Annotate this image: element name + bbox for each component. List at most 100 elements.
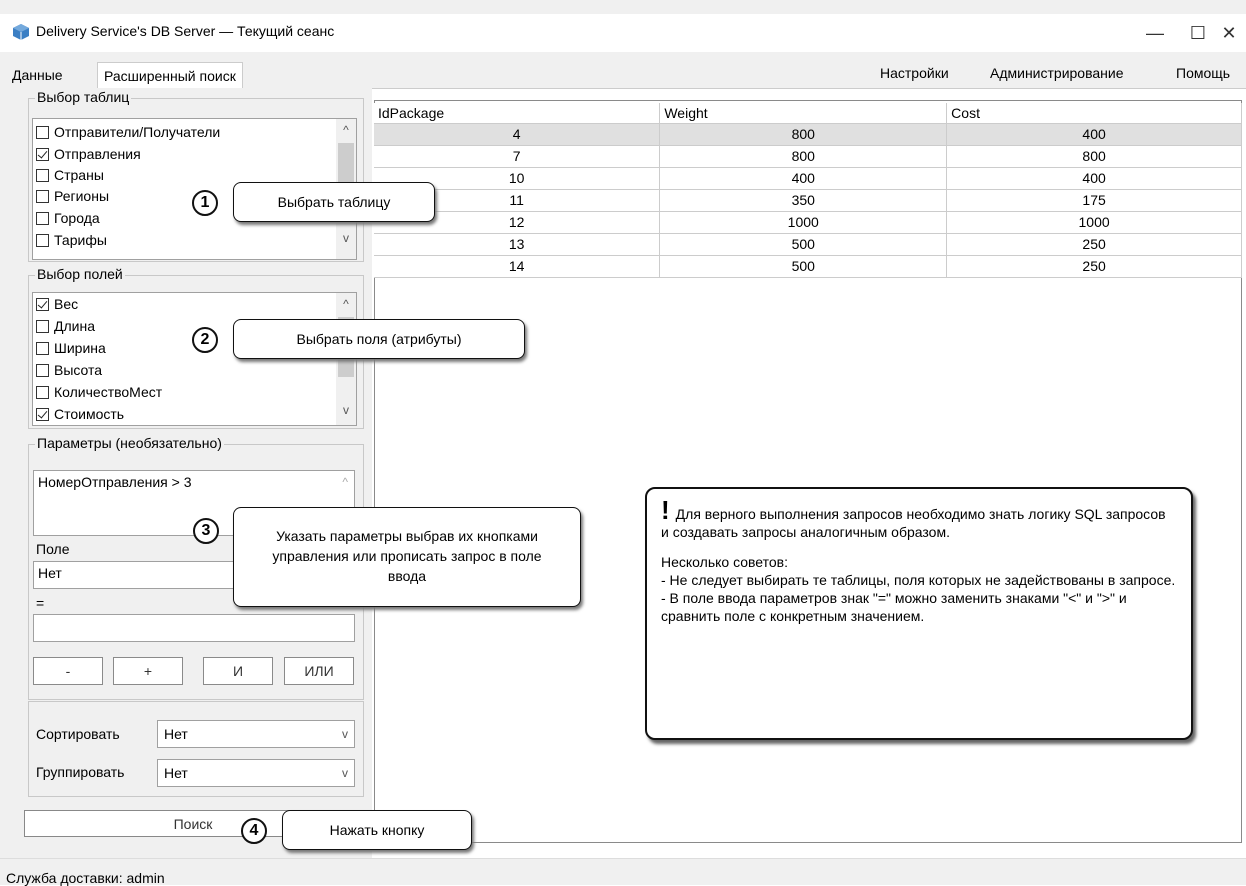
- checkbox[interactable]: [36, 212, 49, 225]
- app-window: Delivery Service's DB Server — Текущий с…: [0, 0, 1246, 886]
- fields-listbox[interactable]: Вес Длина Ширина Высота КоличествоМест С…: [32, 292, 357, 426]
- checkbox[interactable]: [36, 386, 49, 399]
- scrollbar[interactable]: ^ v: [336, 293, 356, 425]
- tab-advanced-search[interactable]: Расширенный поиск: [97, 62, 243, 89]
- callout-parameters: Указать параметры выбрав их кнопками упр…: [233, 507, 581, 607]
- tables-group-legend: Выбор таблиц: [35, 89, 132, 105]
- note-intro: ! Для верного выполнения запросов необход…: [661, 495, 1166, 540]
- menu-administration[interactable]: Администрирование: [990, 65, 1124, 81]
- table-cell[interactable]: 800: [659, 123, 948, 146]
- column-header[interactable]: Weight: [659, 103, 948, 124]
- table-cell[interactable]: 350: [659, 189, 948, 212]
- table-cell[interactable]: 400: [946, 167, 1242, 190]
- exclamation-icon: !: [661, 495, 670, 525]
- table-row[interactable]: 13 500 250: [374, 233, 1242, 256]
- table-row[interactable]: 14 500 250: [374, 255, 1242, 278]
- params-group-legend: Параметры (необязательно): [35, 435, 224, 451]
- note-tip: - Не следует выбирать те таблицы, поля к…: [661, 572, 1176, 588]
- menu-bar: Данные Расширенный поиск Настройки Админ…: [0, 52, 1246, 89]
- table-row[interactable]: 7 800 800: [374, 145, 1242, 168]
- plus-button[interactable]: +: [113, 657, 183, 685]
- list-item[interactable]: КоличествоМест: [36, 381, 162, 403]
- list-item[interactable]: Города: [36, 207, 100, 229]
- table-cell[interactable]: 250: [946, 255, 1242, 278]
- column-header[interactable]: IdPackage: [374, 103, 661, 124]
- table-cell[interactable]: 175: [946, 189, 1242, 212]
- close-icon[interactable]: ✕: [1214, 20, 1244, 46]
- checkbox[interactable]: [36, 408, 49, 421]
- chevron-down-icon[interactable]: v: [336, 231, 356, 245]
- table-row[interactable]: 10 400 400: [374, 167, 1242, 190]
- checkbox[interactable]: [36, 298, 49, 311]
- step-number-badge: 3: [193, 518, 219, 544]
- table-row[interactable]: 4 800 400: [374, 123, 1242, 146]
- step-number-badge: 4: [241, 818, 267, 844]
- table-cell[interactable]: 7: [374, 145, 661, 168]
- list-item[interactable]: Ширина: [36, 337, 106, 359]
- checkbox[interactable]: [36, 126, 49, 139]
- status-bar: Служба доставки: admin: [0, 858, 1246, 886]
- table-cell[interactable]: 4: [374, 123, 661, 146]
- checkbox[interactable]: [36, 148, 49, 161]
- column-header[interactable]: Cost: [946, 103, 1242, 124]
- group-select[interactable]: Нет v: [157, 759, 355, 787]
- table-cell[interactable]: 400: [946, 123, 1242, 146]
- list-item[interactable]: Стоимость: [36, 403, 124, 425]
- status-text: Служба доставки: admin: [6, 870, 165, 886]
- checkbox[interactable]: [36, 234, 49, 247]
- checkbox[interactable]: [36, 342, 49, 355]
- table-cell[interactable]: 250: [946, 233, 1242, 256]
- checkbox[interactable]: [36, 190, 49, 203]
- table-cell[interactable]: 800: [659, 145, 948, 168]
- minus-button[interactable]: -: [33, 657, 103, 685]
- eq-label: =: [36, 595, 45, 611]
- table-cell[interactable]: 400: [659, 167, 948, 190]
- tab-data[interactable]: Данные: [6, 62, 69, 87]
- table-cell[interactable]: 500: [659, 233, 948, 256]
- sort-label: Сортировать: [36, 726, 120, 742]
- list-item[interactable]: Страны: [36, 164, 104, 186]
- list-item[interactable]: Длина: [36, 315, 95, 337]
- list-item[interactable]: Вес: [36, 293, 78, 315]
- and-button[interactable]: И: [203, 657, 273, 685]
- table-row[interactable]: 12 1000 1000: [374, 211, 1242, 234]
- chevron-up-icon[interactable]: ^: [336, 123, 356, 137]
- table-cell[interactable]: 14: [374, 255, 661, 278]
- list-item[interactable]: Отправления: [36, 143, 141, 165]
- table-cell[interactable]: 1000: [659, 211, 948, 234]
- field-label: Поле: [36, 541, 70, 557]
- chevron-down-icon: v: [342, 727, 348, 741]
- table-cell[interactable]: 800: [946, 145, 1242, 168]
- chevron-up-icon[interactable]: ^: [336, 297, 356, 311]
- minimize-icon[interactable]: —: [1140, 20, 1170, 46]
- maximize-icon[interactable]: ☐: [1183, 20, 1213, 46]
- step-number-badge: 2: [192, 327, 218, 353]
- checkbox[interactable]: [36, 169, 49, 182]
- list-item[interactable]: Отправители/Получатели: [36, 121, 220, 143]
- table-cell[interactable]: 13: [374, 233, 661, 256]
- results-grid[interactable]: IdPackage Weight Cost 4 800 400 7 800 80…: [374, 103, 1242, 278]
- window-title: Delivery Service's DB Server — Текущий с…: [36, 23, 335, 39]
- checkbox[interactable]: [36, 320, 49, 333]
- checkbox[interactable]: [36, 364, 49, 377]
- table-cell[interactable]: 500: [659, 255, 948, 278]
- chevron-down-icon: v: [342, 766, 348, 780]
- list-item[interactable]: Тарифы: [36, 229, 107, 251]
- menu-settings[interactable]: Настройки: [880, 65, 949, 81]
- sort-select[interactable]: Нет v: [157, 720, 355, 748]
- app-logo-icon: [13, 24, 29, 40]
- step-number-badge: 1: [192, 190, 218, 216]
- chevron-up-icon[interactable]: ^: [342, 475, 348, 489]
- value-input[interactable]: [33, 614, 355, 642]
- callout-select-table: Выбрать таблицу: [233, 182, 435, 222]
- chevron-down-icon[interactable]: v: [336, 403, 356, 417]
- grid-header-row: IdPackage Weight Cost: [374, 103, 1242, 124]
- note-tips-title: Несколько советов:: [661, 554, 788, 570]
- list-item[interactable]: Регионы: [36, 185, 109, 207]
- or-button[interactable]: ИЛИ: [284, 657, 354, 685]
- menu-help[interactable]: Помощь: [1176, 65, 1230, 81]
- table-cell[interactable]: 1000: [946, 211, 1242, 234]
- title-bar: Delivery Service's DB Server — Текущий с…: [0, 14, 1246, 52]
- list-item[interactable]: Высота: [36, 359, 102, 381]
- table-row[interactable]: 11 350 175: [374, 189, 1242, 212]
